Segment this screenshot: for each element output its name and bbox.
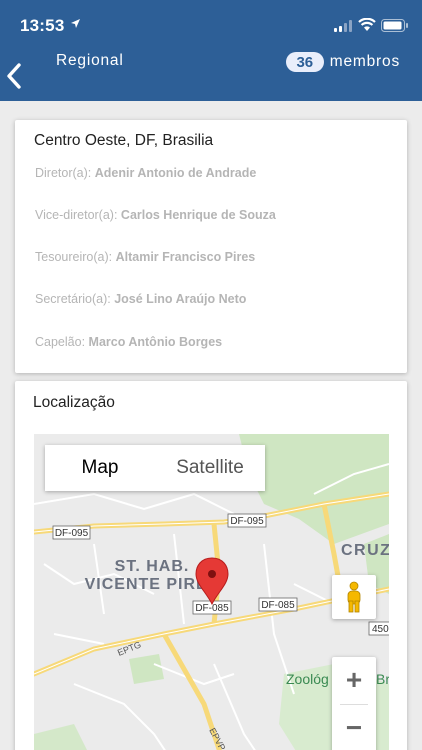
poi-label: Zoológ xyxy=(286,671,329,687)
regional-info-card: Centro Oeste, DF, Brasilia Diretor(a): A… xyxy=(15,120,407,373)
role-row-vice-director: Vice-diretor(a): Carlos Henrique de Souz… xyxy=(35,208,276,222)
role-name: Adenir Antonio de Andrade xyxy=(94,166,257,180)
regional-location: Centro Oeste, DF, Brasilia xyxy=(34,132,214,149)
app-header: 13:53 Regional 36 membros xyxy=(0,0,422,101)
page-title: Regional xyxy=(56,52,124,69)
role-name: Carlos Henrique de Souza xyxy=(120,208,276,222)
area-label: CRUZ xyxy=(341,542,389,559)
role-row-secretary: Secretário(a): José Lino Araújo Neto xyxy=(35,292,246,306)
role-label: Capelão: xyxy=(35,335,86,349)
pegman-icon xyxy=(347,581,361,613)
zoom-divider xyxy=(340,704,368,705)
status-time: 13:53 xyxy=(20,16,65,35)
road-shield-label: DF-095 xyxy=(230,516,264,527)
back-chevron-icon[interactable] xyxy=(4,63,26,89)
map-type-toggle: Map Satellite xyxy=(45,445,265,491)
signal-icon xyxy=(334,20,352,32)
place-label: ST. HAB. xyxy=(115,558,190,575)
role-row-treasurer: Tesoureiro(a): Altamir Francisco Pires xyxy=(35,250,255,264)
role-label: Secretário(a): xyxy=(35,292,111,306)
street-view-pegman-button[interactable] xyxy=(332,575,376,619)
role-name: Marco Antônio Borges xyxy=(88,335,223,349)
members-count-badge: 36 xyxy=(285,52,324,72)
zoom-controls: + − xyxy=(332,657,376,750)
road-shield-label: DF-085 xyxy=(261,600,295,611)
role-label: Diretor(a): xyxy=(35,166,92,180)
location-arrow-icon xyxy=(71,19,80,28)
map-type-map-button[interactable]: Map xyxy=(45,445,155,491)
poi-label: Br xyxy=(376,671,389,687)
role-name: Altamir Francisco Pires xyxy=(115,250,256,264)
role-label: Tesoureiro(a): xyxy=(35,250,113,264)
map-view[interactable]: DF-095 DF-095 DF-085 DF-085 450 EPTG EPV… xyxy=(34,434,389,750)
role-row-director: Diretor(a): Adenir Antonio de Andrade xyxy=(35,166,256,180)
battery-icon xyxy=(381,19,408,32)
road-shield-label: DF-095 xyxy=(55,528,89,539)
road-shield-label: 450 xyxy=(372,624,389,635)
zoom-out-button[interactable]: − xyxy=(332,706,376,750)
wifi-icon xyxy=(358,18,376,31)
role-row-chaplain: Capelão: Marco Antônio Borges xyxy=(35,335,222,349)
role-name: José Lino Araújo Neto xyxy=(114,292,247,306)
location-card: Localização DF-095 DF-095 DF-085 DF-085 … xyxy=(15,381,407,750)
status-bar: 13:53 xyxy=(0,0,422,46)
role-label: Vice-diretor(a): xyxy=(35,208,118,222)
zoom-in-button[interactable]: + xyxy=(332,657,376,703)
members-indicator[interactable]: 36 membros xyxy=(285,52,400,72)
members-label: membros xyxy=(329,53,400,70)
map-type-satellite-button[interactable]: Satellite xyxy=(155,445,265,491)
location-title: Localização xyxy=(33,394,115,411)
